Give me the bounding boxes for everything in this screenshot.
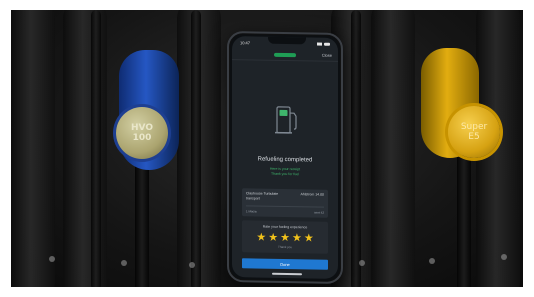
page-title: Refueling completed: [257, 156, 313, 164]
phone-notch: [268, 36, 306, 45]
receipt-card[interactable]: Clayhouse Turbulate transport Ahlstrom 1…: [242, 188, 328, 218]
receipt-detail-right: sent 42: [314, 210, 324, 215]
home-indicator: [272, 272, 302, 276]
subtitle-line: Thank you for fuel: [270, 171, 299, 177]
star-icon[interactable]: ★: [304, 231, 314, 244]
light-dot: [359, 260, 365, 266]
star-icon[interactable]: ★: [292, 231, 302, 244]
phone-mockup: 10:47 Close Refueling completed Here is …: [227, 30, 343, 285]
station-name-line2: transport: [246, 196, 260, 201]
close-button[interactable]: Close: [322, 53, 332, 58]
nozzle-label-line1: HVO: [131, 123, 153, 133]
yellow-nozzle-cap: Super E5: [448, 106, 500, 158]
brand-logo: [274, 52, 296, 57]
receipt-detail-left: 1 Macia: [246, 209, 257, 214]
station-name-line1: Clayhouse Turbulate: [246, 191, 279, 196]
light-dot: [121, 260, 127, 266]
status-time: 10:47: [240, 39, 251, 45]
fuel-hose: [351, 10, 361, 287]
nozzle-neck: [135, 150, 149, 287]
star-rating[interactable]: ★ ★ ★ ★ ★: [242, 230, 328, 244]
phone-screen: 10:47 Close Refueling completed Here is …: [232, 36, 338, 279]
star-icon[interactable]: ★: [268, 231, 278, 244]
blue-nozzle-cap: HVO 100: [116, 107, 168, 159]
star-icon[interactable]: ★: [280, 231, 290, 244]
battery-icon: [324, 42, 330, 46]
station-name: Clayhouse Turbulate transport: [246, 191, 278, 202]
light-dot: [429, 258, 435, 264]
light-dot: [189, 262, 195, 268]
pump-column: [11, 10, 55, 287]
done-button[interactable]: Done: [242, 258, 328, 270]
divider: [246, 205, 324, 208]
light-dot: [501, 254, 507, 260]
rating-section: Rate your fueling experience ★ ★ ★ ★ ★ T…: [242, 220, 328, 254]
signal-icon: [317, 42, 322, 46]
light-dot: [49, 256, 55, 262]
fuel-hose: [191, 10, 201, 287]
rating-label: Rate your fueling experience: [262, 224, 308, 230]
rating-hint: Thank you: [277, 244, 292, 250]
star-icon[interactable]: ★: [256, 230, 266, 243]
nozzle-neck: [457, 150, 471, 287]
fuel-pump-icon: [275, 106, 297, 134]
receipt-amount: Ahlstrom 14.00: [300, 192, 324, 197]
app-header: Close: [232, 48, 338, 62]
nozzle-label-line2: 100: [132, 133, 152, 143]
nozzle-label-line2: E5: [468, 132, 480, 142]
status-icons: [317, 42, 330, 46]
pump-column: [371, 10, 415, 287]
fuel-hose: [91, 10, 101, 287]
nozzle-label-line1: Super: [460, 122, 488, 132]
background-scene: HVO 100 Super E5 10:47 Close Refueling c…: [11, 10, 523, 287]
page-subtitle: Here is your receipt Thank you for fuel: [232, 166, 338, 178]
